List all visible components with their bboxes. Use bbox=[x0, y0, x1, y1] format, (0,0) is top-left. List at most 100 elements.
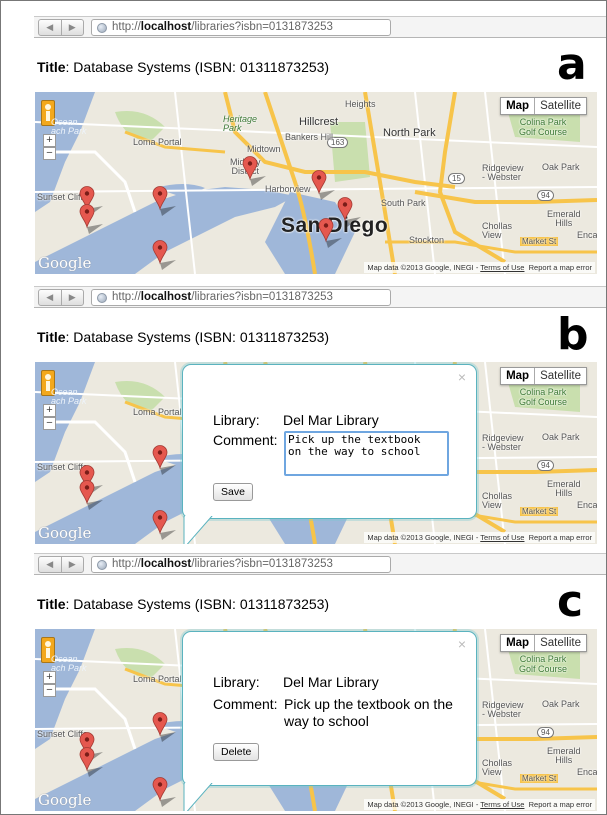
map-label: Colina Park Golf Course bbox=[519, 387, 568, 407]
url-prefix: http:// bbox=[112, 21, 141, 33]
map[interactable]: + − Map Satellite Heights Heritage Park … bbox=[35, 92, 597, 274]
report-link[interactable]: Report a map error bbox=[529, 533, 592, 542]
map-marker-icon[interactable] bbox=[152, 712, 176, 742]
url-prefix: http:// bbox=[112, 558, 141, 570]
close-icon[interactable]: × bbox=[458, 636, 466, 652]
map-marker-icon[interactable] bbox=[318, 218, 342, 248]
zoom-out-button[interactable]: − bbox=[43, 684, 56, 697]
browser-toolbar: ◀ ▶ http://localhost/libraries?isbn=0131… bbox=[34, 553, 606, 575]
close-icon[interactable]: × bbox=[458, 369, 466, 385]
map-label: Oak Park bbox=[542, 699, 580, 709]
address-bar[interactable]: http://localhost/libraries?isbn=01318732… bbox=[91, 289, 391, 306]
globe-icon bbox=[97, 293, 107, 303]
map-marker-icon[interactable] bbox=[242, 156, 266, 186]
back-button[interactable]: ◀ bbox=[39, 290, 62, 305]
zoom-out-button[interactable]: − bbox=[43, 417, 56, 430]
map-label: Ocean ach Park bbox=[51, 117, 87, 136]
globe-icon bbox=[97, 560, 107, 570]
map-label: Midtown bbox=[247, 144, 281, 154]
forward-button[interactable]: ▶ bbox=[62, 20, 84, 35]
info-window-tail bbox=[183, 783, 213, 811]
url-prefix: http:// bbox=[112, 291, 141, 303]
map-marker-icon[interactable] bbox=[311, 170, 335, 200]
map-label: Colina Park Golf Course bbox=[519, 654, 568, 674]
delete-button[interactable]: Delete bbox=[213, 743, 260, 761]
url-host: localhost bbox=[140, 558, 192, 570]
map-marker-icon[interactable] bbox=[79, 480, 103, 510]
comment-textarea[interactable]: Pick up the textbook on the way to schoo… bbox=[284, 431, 449, 476]
library-row: Library: Del Mar Library bbox=[213, 674, 379, 690]
map-type-satellite[interactable]: Satellite bbox=[535, 635, 586, 651]
map-label: South Park bbox=[381, 198, 426, 208]
map-label: Oak Park bbox=[542, 162, 580, 172]
map-label: Enca bbox=[577, 230, 597, 240]
map-label: Emerald Hills bbox=[547, 746, 581, 765]
library-value: Del Mar Library bbox=[283, 674, 379, 690]
map-marker-icon[interactable] bbox=[79, 747, 103, 777]
map-marker-icon[interactable] bbox=[79, 204, 103, 234]
forward-button[interactable]: ▶ bbox=[62, 290, 84, 305]
map-marker-icon[interactable] bbox=[152, 777, 176, 807]
google-logo: Google bbox=[38, 524, 92, 542]
panel-c: ◀ ▶ http://localhost/libraries?isbn=0131… bbox=[1, 546, 606, 814]
map-label: Stockton bbox=[409, 235, 445, 245]
title-value: : Database Systems (ISBN: 01311873253) bbox=[65, 329, 330, 345]
report-link[interactable]: Report a map error bbox=[529, 800, 592, 809]
map-marker-icon[interactable] bbox=[152, 445, 176, 475]
report-link[interactable]: Report a map error bbox=[529, 263, 592, 272]
map-marker-icon[interactable] bbox=[337, 197, 361, 227]
info-window-edit: × Library: Del Mar Library Comment: Pick … bbox=[182, 364, 477, 544]
map[interactable]: + − Map Satellite Heights Heritage Park … bbox=[35, 629, 597, 811]
map-marker-icon[interactable] bbox=[152, 510, 176, 540]
map-type-map[interactable]: Map bbox=[501, 368, 536, 384]
map-label: North Park bbox=[383, 127, 436, 139]
back-button[interactable]: ◀ bbox=[39, 20, 62, 35]
map-label: Ocean ach Park bbox=[51, 654, 87, 673]
forward-button[interactable]: ▶ bbox=[62, 557, 84, 572]
map-type-satellite[interactable]: Satellite bbox=[535, 98, 586, 114]
comment-label: Comment: bbox=[213, 696, 278, 712]
map-label: Colina Park Golf Course bbox=[519, 117, 568, 137]
title-value: : Database Systems (ISBN: 01311873253) bbox=[65, 59, 330, 75]
map-label: Heights bbox=[345, 99, 376, 109]
route-shield: 94 bbox=[537, 190, 554, 201]
map-label: Chollas View bbox=[482, 758, 513, 777]
back-button[interactable]: ◀ bbox=[39, 557, 62, 572]
map-type-map[interactable]: Map bbox=[501, 98, 536, 114]
map[interactable]: + − Map Satellite Heights Heritage Park … bbox=[35, 362, 597, 544]
panel-letter: a bbox=[557, 39, 587, 90]
map-label: Ridgeview - Webster bbox=[482, 163, 524, 182]
address-bar[interactable]: http://localhost/libraries?isbn=01318732… bbox=[91, 556, 391, 573]
map-marker-icon[interactable] bbox=[152, 240, 176, 270]
google-logo: Google bbox=[38, 254, 92, 272]
comment-value: Pick up the textbook on the way to schoo… bbox=[284, 696, 453, 729]
map-attribution: Map data ©2013 Google, INEGI - Terms of … bbox=[364, 799, 595, 810]
map-type-satellite[interactable]: Satellite bbox=[535, 368, 586, 384]
google-logo: Google bbox=[38, 791, 92, 809]
title-label: Title bbox=[37, 329, 66, 345]
zoom-out-button[interactable]: − bbox=[43, 147, 56, 160]
save-button[interactable]: Save bbox=[213, 483, 253, 501]
map-label: Emerald Hills bbox=[547, 209, 581, 228]
map-marker-icon[interactable] bbox=[152, 186, 176, 216]
url-path: /libraries?isbn=0131873253 bbox=[191, 21, 333, 33]
map-type-control: Map Satellite bbox=[500, 97, 587, 115]
map-label: Chollas View bbox=[482, 221, 513, 240]
map-label: Chollas View bbox=[482, 491, 513, 510]
map-label: Oak Park bbox=[542, 432, 580, 442]
map-label: Bankers Hill bbox=[285, 132, 334, 142]
nav-buttons: ◀ ▶ bbox=[38, 556, 84, 573]
map-label: Emerald Hills bbox=[547, 479, 581, 498]
attribution-text: Map data ©2013 Google, INEGI - bbox=[367, 800, 481, 809]
map-type-map[interactable]: Map bbox=[501, 635, 536, 651]
nav-buttons: ◀ ▶ bbox=[38, 19, 84, 36]
comment-label: Comment: bbox=[213, 432, 278, 448]
map-label: Ridgeview - Webster bbox=[482, 433, 524, 452]
terms-link[interactable]: Terms of Use bbox=[480, 800, 524, 809]
title-value: : Database Systems (ISBN: 01311873253) bbox=[65, 596, 330, 612]
terms-link[interactable]: Terms of Use bbox=[480, 263, 524, 272]
terms-link[interactable]: Terms of Use bbox=[480, 533, 524, 542]
address-bar[interactable]: http://localhost/libraries?isbn=01318732… bbox=[91, 19, 391, 36]
page-title: Title: Database Systems (ISBN: 013118732… bbox=[37, 59, 329, 75]
map-label: Market St bbox=[520, 237, 559, 246]
